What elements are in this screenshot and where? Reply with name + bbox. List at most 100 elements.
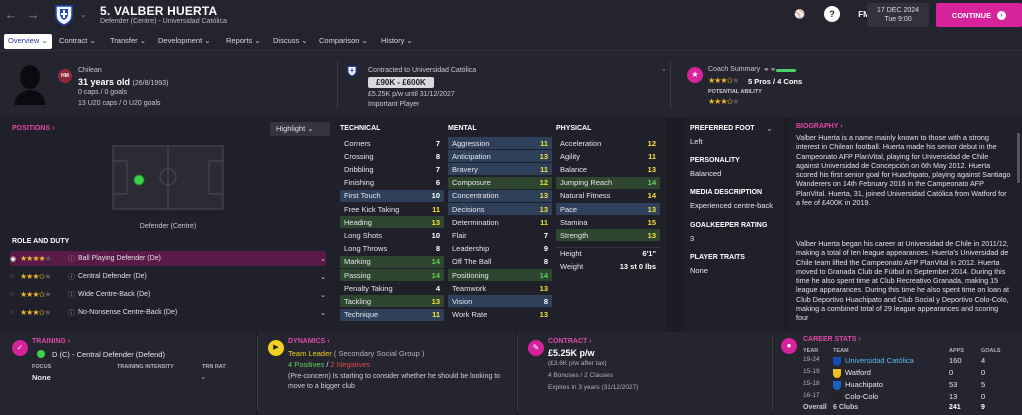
value-range-badge[interactable]: £90K - £600K (368, 77, 434, 88)
mental-attribute-row[interactable]: Composure 12 (448, 176, 552, 189)
attribute-name: Flair (452, 230, 467, 240)
overall-goals: 9 (981, 404, 985, 411)
positions-title[interactable]: POSITIONS › (12, 125, 54, 132)
attribute-value: 4 (435, 283, 440, 293)
mental-attribute-row[interactable]: Determination 11 (448, 216, 552, 228)
club-crest-icon (55, 5, 73, 26)
attribute-name: Free Kick Taking (344, 204, 400, 214)
career-team-name[interactable]: Colo-Colo (845, 392, 878, 401)
dynamics-title[interactable]: DYNAMICS › (288, 338, 330, 345)
expand-chevron-icon[interactable]: ⌄ (320, 309, 326, 317)
coach-summary-label: Coach Summary (708, 66, 761, 73)
technical-attribute-row[interactable]: Heading 13 (340, 216, 444, 229)
attribute-name: Agility (560, 151, 581, 161)
technical-attribute-row[interactable]: First Touch 10 (340, 189, 444, 202)
attribute-value: 10 (431, 230, 440, 240)
technical-attribute-row[interactable]: Free Kick Taking 11 (340, 203, 444, 215)
training-title[interactable]: TRAINING › (32, 338, 70, 345)
technical-attribute-row[interactable]: Penalty Taking 4 (340, 282, 444, 294)
mental-attribute-row[interactable]: Leadership 9 (448, 243, 552, 255)
biography-title[interactable]: BIOGRAPHY › (796, 123, 843, 130)
contract-title[interactable]: CONTRACT › (548, 338, 592, 345)
role-row-ball-playing-defender[interactable]: ◉ ★★★★★ ⓘ Ball Playing Defender (De) ⌄ (10, 251, 326, 266)
attribute-name: First Touch (344, 191, 381, 201)
physical-attribute-row[interactable]: Jumping Reach 14 (556, 176, 660, 189)
potential-bar (776, 69, 796, 72)
mental-attribute-row[interactable]: Concentration 13 (448, 189, 552, 202)
info-icon: ⓘ (68, 273, 75, 281)
expand-chevron-icon[interactable]: ⌄ (320, 255, 326, 263)
mental-attribute-row[interactable]: Anticipation 13 (448, 150, 552, 163)
mental-attribute-row[interactable]: Flair 7 (448, 229, 552, 241)
mental-attribute-row[interactable]: Decisions 13 (448, 203, 552, 215)
mental-attribute-row[interactable]: Teamwork 13 (448, 282, 552, 294)
attribute-value: 14 (539, 270, 548, 280)
physical-attribute-row[interactable]: Balance 13 (556, 163, 660, 175)
tab-comparison[interactable]: Comparison ⌄ (315, 34, 372, 49)
technical-attribute-row[interactable]: Dribbling 7 (340, 163, 444, 175)
technical-attribute-row[interactable]: Passing 14 (340, 269, 444, 281)
mental-attribute-row[interactable]: Aggression 11 (448, 137, 552, 149)
physical-attribute-row[interactable]: Acceleration 12 (556, 137, 660, 149)
crest-dropdown-icon[interactable]: ⌄ (80, 10, 87, 19)
continue-button[interactable]: CONTINUE › (936, 3, 1022, 27)
mental-attribute-row[interactable]: Positioning 14 (448, 269, 552, 281)
mental-attribute-row[interactable]: Work Rate 13 (448, 309, 552, 321)
mental-attribute-row[interactable]: Bravery 11 (448, 163, 552, 176)
career-team-name[interactable]: Huachipato (845, 380, 883, 389)
expand-chevron-icon[interactable]: ⌄ (320, 291, 326, 299)
technical-attribute-row[interactable]: Crossing 8 (340, 150, 444, 162)
tab-development[interactable]: Development ⌄ (154, 34, 215, 49)
role-row-wide-centre-back[interactable]: ○ ★★★✩★ ⓘ Wide Centre-Back (De) ⌄ (10, 287, 326, 302)
globe-icon[interactable]: ⚾ (792, 6, 808, 22)
positives-value: 4 Positives (288, 360, 325, 369)
career-year: 19-24 (803, 356, 820, 363)
date-display[interactable]: 17 DEC 2024 Tue 9:00 (867, 3, 929, 27)
attribute-name: Heading (344, 217, 372, 227)
highlight-dropdown[interactable]: Highlight ⌄ (270, 122, 330, 136)
tab-reports[interactable]: Reports ⌄ (222, 34, 265, 49)
tab-overview[interactable]: Overview ⌄ (4, 34, 52, 49)
technical-attribute-row[interactable]: Tackling 13 (340, 295, 444, 308)
biography-scrollbar[interactable] (1017, 133, 1020, 183)
role-row-no-nonsense-centre-back[interactable]: ○ ★★★✩★ ⓘ No-Nonsense Centre-Back (De) ⌄ (10, 305, 326, 320)
tab-contract[interactable]: Contract ⌄ (55, 34, 100, 49)
biography-panel: BIOGRAPHY › Valber Huerta is a name main… (788, 117, 1022, 332)
tab-history[interactable]: History ⌄ (377, 34, 417, 49)
mental-attribute-row[interactable]: Vision 8 (448, 295, 552, 308)
attribute-name: Stamina (560, 217, 588, 227)
back-arrow-icon[interactable]: ← (4, 7, 18, 22)
attribute-name: Long Throws (344, 244, 388, 254)
help-icon[interactable]: ? (824, 6, 840, 22)
technical-attribute-row[interactable]: Long Throws 8 (340, 243, 444, 255)
col-goals-header: GOALS (981, 348, 1001, 354)
weight-value: 13 st 0 lbs (619, 261, 656, 271)
technical-attribute-row[interactable]: Technique 11 (340, 308, 444, 321)
tab-discuss[interactable]: Discuss ⌄ (269, 34, 312, 49)
physical-attribute-row[interactable]: Stamina 15 (556, 216, 660, 228)
technical-attribute-row[interactable]: Long Shots 10 (340, 229, 444, 241)
after-tax-text: (£3.6K p/w after tax) (548, 360, 607, 367)
info-dropdown-icon[interactable]: ⌄ (766, 124, 773, 133)
tab-transfer[interactable]: Transfer ⌄ (106, 34, 150, 49)
technical-attribute-row[interactable]: Finishing 6 (340, 177, 444, 189)
physical-attribute-row[interactable]: Natural Fitness 14 (556, 190, 660, 202)
weight-row: Weight 13 st 0 lbs (556, 260, 660, 272)
mental-attribute-row[interactable]: Off The Ball 8 (448, 256, 552, 268)
role-row-central-defender[interactable]: ○ ★★★✩★ ⓘ Central Defender (De) ⌄ (10, 269, 326, 284)
physical-attribute-row[interactable]: Agility 11 (556, 150, 660, 162)
career-team-name[interactable]: Watford (845, 368, 871, 377)
time-text: Tue 9:00 (884, 16, 912, 23)
physical-attribute-row[interactable]: Pace 13 (556, 203, 660, 215)
caps-text: 0 caps / 0 goals (78, 89, 128, 96)
technical-attribute-row[interactable]: Marking 14 (340, 255, 444, 268)
forward-arrow-icon[interactable]: → (26, 7, 40, 22)
physical-attribute-row[interactable]: Strength 13 (556, 229, 660, 242)
expand-chevron-icon[interactable]: ⌄ (320, 273, 326, 281)
career-team-name[interactable]: Universidad Católica (845, 356, 914, 365)
contract-dropdown-icon[interactable]: ⌄ (661, 65, 667, 73)
career-stats-title[interactable]: CAREER STATS › (803, 336, 861, 343)
technical-attribute-row[interactable]: Corners 7 (340, 137, 444, 149)
info-icon: ⓘ (68, 309, 75, 317)
career-apps: 53 (949, 380, 958, 389)
